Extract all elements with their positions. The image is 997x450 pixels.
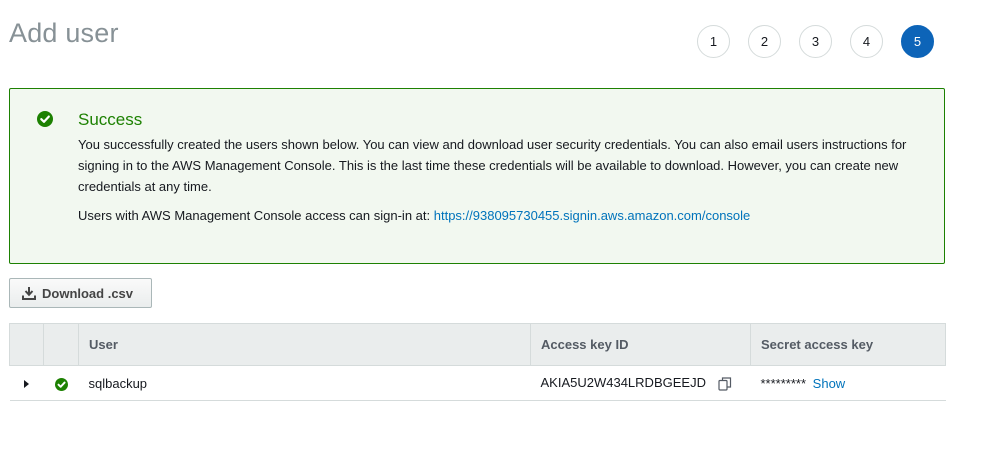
wizard-steps: 1 2 3 4 5	[697, 25, 952, 58]
download-csv-button[interactable]: Download .csv	[9, 278, 152, 308]
header-secret-access-key[interactable]: Secret access key	[750, 323, 946, 366]
expand-cell[interactable]	[9, 365, 44, 401]
header-access-key-id[interactable]: Access key ID	[530, 323, 751, 366]
download-icon	[22, 287, 36, 300]
signin-prefix: Users with AWS Management Console access…	[78, 208, 434, 223]
user-name-cell: sqlbackup	[78, 365, 531, 401]
table-header-row: User Access key ID Secret access key	[9, 323, 946, 366]
secret-masked-value: *********	[760, 375, 807, 391]
check-circle-icon	[54, 377, 68, 391]
page-title: Add user	[9, 18, 119, 48]
secret-access-key-cell: ********* Show	[750, 365, 946, 401]
wizard-step-4[interactable]: 4	[850, 25, 883, 58]
console-signin-link[interactable]: https://938095730455.signin.aws.amazon.c…	[434, 208, 751, 223]
wizard-step-1[interactable]: 1	[697, 25, 730, 58]
users-credentials-table: User Access key ID Secret access key sql…	[9, 323, 946, 401]
status-cell	[43, 365, 79, 401]
success-title: Success	[78, 110, 143, 129]
signin-info: Users with AWS Management Console access…	[78, 208, 750, 223]
show-secret-link[interactable]: Show	[813, 376, 846, 391]
success-message: You successfully created the users shown…	[78, 137, 907, 194]
header-expand	[9, 323, 44, 366]
table-row: sqlbackup AKIA5U2W434LRDBGEEJD *********…	[9, 365, 946, 401]
wizard-step-3[interactable]: 3	[799, 25, 832, 58]
wizard-step-2[interactable]: 2	[748, 25, 781, 58]
download-csv-label: Download .csv	[42, 285, 134, 301]
wizard-step-5[interactable]: 5	[901, 25, 934, 58]
success-alert: Success You successfully created the use…	[9, 88, 945, 264]
check-circle-icon	[37, 111, 53, 127]
header-user[interactable]: User	[78, 323, 531, 366]
access-key-id-cell: AKIA5U2W434LRDBGEEJD	[530, 365, 751, 401]
header-status	[43, 323, 79, 366]
caret-right-icon[interactable]	[24, 380, 29, 389]
copy-icon[interactable]	[717, 377, 732, 391]
access-key-id-value: AKIA5U2W434LRDBGEEJD	[540, 375, 706, 391]
